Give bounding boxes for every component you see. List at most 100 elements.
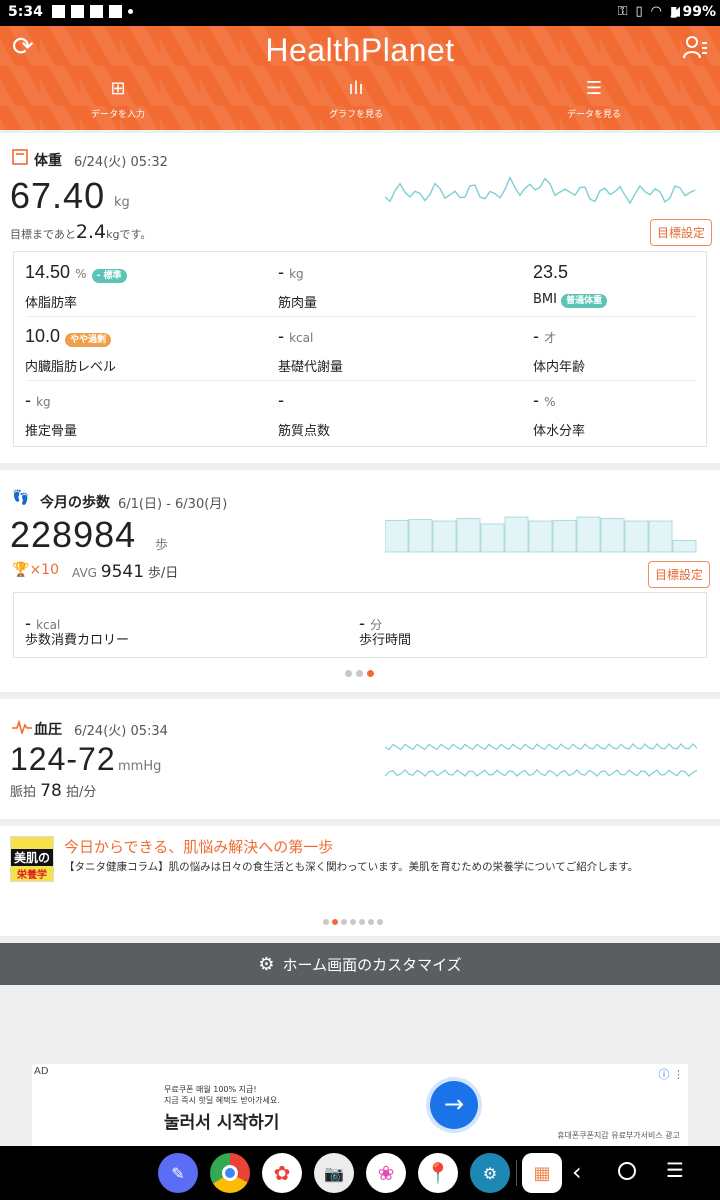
metric-unit: 才 <box>544 331 557 345</box>
steps-detail-grid: - kcal 歩数消費カロリー - 分 歩行時間 <box>13 592 707 658</box>
gear-icon: ⚙ <box>258 953 275 975</box>
dock-divider <box>516 1160 517 1186</box>
account-menu-icon[interactable] <box>682 34 708 66</box>
steps-bar <box>385 519 409 553</box>
maps-app-icon[interactable]: 📍 <box>418 1153 458 1193</box>
metric-number: - <box>278 262 284 282</box>
pulse-label: 脈拍 <box>10 785 37 800</box>
metric-status-badge: - 標準 <box>91 269 127 283</box>
steps-bar <box>504 516 529 553</box>
nav-view-data[interactable]: ☰ データを見る <box>524 78 664 120</box>
article-page-indicator[interactable] <box>323 919 383 925</box>
page-dot <box>368 919 374 925</box>
battery-icon: ▮ <box>669 4 678 20</box>
steps-bar <box>456 518 481 553</box>
weight-card[interactable]: 体重 6/24(火) 05:32 67.40 kg 目標まであと2.4kgです。… <box>0 133 720 463</box>
metric-number: 14.50 <box>25 262 71 282</box>
metric-label-text: 体水分率 <box>533 424 586 439</box>
metric-label-text: 体脂肪率 <box>25 296 78 311</box>
article-title[interactable]: 今日からできる、肌悩み解決への第一歩 <box>64 836 333 857</box>
ad-info-icon[interactable]: ⓘ ⋮ <box>659 1066 685 1082</box>
nav-label: データを入力 <box>90 110 145 120</box>
more-notifications-icon <box>128 9 133 14</box>
steps-bar <box>528 520 553 553</box>
avg-unit: 歩/日 <box>147 566 179 581</box>
metric-label: 体内年齢 <box>533 356 585 375</box>
metric-number: - <box>278 390 284 410</box>
steps-bar-chart[interactable] <box>385 514 697 554</box>
app-header: ⟳ HealthPlanet ⊞ データを入力 ılı グラフを見る ☰ データ… <box>0 26 720 130</box>
chrome-app-icon[interactable] <box>210 1153 250 1193</box>
metric-label: 基礎代謝量 <box>278 356 343 375</box>
trophy-text: ×10 <box>29 562 59 578</box>
facebook-icon <box>71 5 84 18</box>
vibrate-icon: ▯ <box>635 4 643 19</box>
metric-number: 10.0 <box>25 326 61 346</box>
recents-icon[interactable]: ☰ <box>666 1158 684 1182</box>
app-logo: HealthPlanet <box>265 32 455 68</box>
body-composition-grid: 14.50 % - 標準 体脂肪率 - kg 筋肉量 23.5 BMI 普通体重 10.… <box>13 251 707 447</box>
goal-prefix: 目標まであと <box>10 228 76 241</box>
kcal-label: 歩数消費カロリー <box>25 633 130 648</box>
weight-value: 67.40 <box>10 175 106 216</box>
gallery-app-icon[interactable]: ❀ <box>366 1153 406 1193</box>
pulse-value: 78 <box>40 781 62 801</box>
steps-bar <box>624 520 649 553</box>
weight-unit: kg <box>114 195 130 210</box>
page-dot-active <box>332 919 338 925</box>
messenger-app-icon[interactable]: ✎ <box>158 1153 198 1193</box>
metric-unit: % <box>544 395 556 409</box>
article-card[interactable]: 美肌の 栄養学 今日からできる、肌悩み解決への第一歩 【タニタ健康コラム】肌の悩… <box>0 826 720 936</box>
photos-app-icon[interactable]: ✿ <box>262 1153 302 1193</box>
steps-bar <box>600 518 625 553</box>
metric-number: - <box>533 326 539 346</box>
metric-value: 10.0 やや過剰 <box>25 326 112 347</box>
metric-status-badge: やや過剰 <box>65 333 112 347</box>
page-dot <box>323 919 329 925</box>
home-icon[interactable] <box>618 1162 636 1180</box>
metric-number: - <box>533 390 539 410</box>
customize-home-button[interactable]: ⚙ ホーム画面のカスタマイズ <box>0 943 720 985</box>
steps-goal-button[interactable]: 目標設定 <box>648 561 711 588</box>
metric-unit: % <box>75 267 87 281</box>
steps-average: AVG 9541 歩/日 <box>72 562 178 582</box>
camera-app-icon[interactable]: 📷 <box>314 1153 354 1193</box>
steps-page-indicator[interactable] <box>345 670 374 677</box>
back-icon[interactable]: ‹ <box>572 1158 582 1186</box>
nav-label: データを見る <box>566 110 621 120</box>
metric-label-text: 基礎代謝量 <box>278 360 344 375</box>
facebook-icon <box>109 5 122 18</box>
metric-label: 内臓脂肪レベル <box>25 356 116 375</box>
ad-footer: 휴대폰쿠폰지갑 유료부가서비스 광고 <box>557 1131 680 1140</box>
list-icon: ☰ <box>585 78 603 99</box>
footprint-icon: 👣 <box>12 490 30 506</box>
metric-label-text: 推定骨量 <box>25 424 78 439</box>
nav-view-graph[interactable]: ılı グラフを見る <box>286 78 426 120</box>
metric-value: - kg <box>25 390 51 411</box>
settings-app-icon[interactable]: ⚙ <box>470 1153 510 1193</box>
steps-bar <box>648 520 673 553</box>
weight-goal-button[interactable]: 目標設定 <box>650 219 713 246</box>
weight-date: 6/24(火) 05:32 <box>74 155 168 170</box>
steps-card[interactable]: 👣 今月の歩数 6/1(日) - 6/30(月) 228984 歩 🏆×10 A… <box>0 470 720 692</box>
metric-unit: kg <box>36 395 51 409</box>
metric-value: - 才 <box>533 326 556 347</box>
nav-input-data[interactable]: ⊞ データを入力 <box>48 78 188 120</box>
status-time: 5:34 <box>8 4 43 20</box>
blood-pressure-card[interactable]: 血圧 6/24(火) 05:34 124-72 mmHg 脈拍 78 拍/分 <box>0 699 720 819</box>
page-dot <box>377 919 383 925</box>
app-drawer-icon[interactable]: ▦ <box>522 1153 562 1193</box>
weight-trend-chart[interactable] <box>385 171 695 215</box>
metric-number: 23.5 <box>533 262 569 282</box>
ad-arrow-button[interactable]: → <box>430 1081 478 1129</box>
system-nav-bar: ✎ ✿ 📷 ❀ 📍 ⚙ ▦ ‹ ☰ <box>0 1146 720 1200</box>
scale-icon <box>12 149 28 169</box>
metric-value: 23.5 <box>533 262 568 283</box>
goal-value: 2.4 <box>75 221 107 243</box>
metric-number: - <box>278 326 284 346</box>
metric-value: - % <box>533 390 556 411</box>
ad-banner[interactable]: AD ⓘ ⋮ 무료쿠폰 매월 100% 지급! 지금 즉시 핫딜 혜택도 받아가… <box>32 1064 688 1148</box>
avg-label: AVG <box>72 566 97 580</box>
goal-remaining: 目標まであと2.4kgです。 <box>10 221 151 243</box>
bp-trend-chart[interactable] <box>385 739 697 783</box>
